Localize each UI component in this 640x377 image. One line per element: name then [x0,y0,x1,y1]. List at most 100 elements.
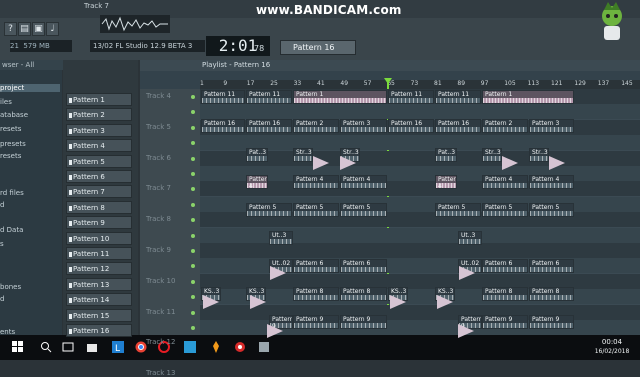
playlist-clip[interactable]: Str..3 [482,148,502,162]
browser-item[interactable]: bones [0,283,21,291]
browser-item[interactable]: s [0,240,4,248]
timeline-ruler[interactable]: 1 9 17 25 33 41 49 57 65 73 81 89 97 105 113 121 129 137 1… [200,80,640,89]
playlist-lane[interactable] [200,258,640,274]
playlist-clip[interactable]: Pattern 9 [529,315,574,329]
taskbar-clock-time[interactable]: 00:04 [592,338,632,346]
browser-item[interactable]: iles [0,98,12,106]
pattern-selector[interactable]: Pattern 16 [280,40,356,55]
browser-item[interactable]: resets [0,125,21,133]
pattern-item[interactable]: Pattern 6 [66,170,132,183]
playlist-clip[interactable]: Pattern 16 [388,119,434,133]
track-name[interactable]: Track 5 [146,123,171,131]
playlist-clip[interactable]: Pattern 5 [246,203,292,217]
playlist-clip[interactable]: Pattern 1 [293,90,387,104]
browser-item[interactable]: resets [0,152,21,160]
pattern-item[interactable]: Pattern 16 [66,324,132,337]
save-icon[interactable]: ▣ [32,22,45,36]
pattern-item[interactable]: Pattern 4 [66,139,132,153]
playlist-clip[interactable]: Pattern 16 [201,119,245,133]
playlist-clip[interactable]: Pattern 8 [482,287,528,301]
playlist-lane[interactable] [200,104,640,120]
playlist-clip[interactable]: Pattern 5 [435,203,481,217]
pattern-item[interactable]: Pattern 1 [66,93,132,106]
app-icon-blue[interactable] [184,341,196,353]
playlist-clip[interactable]: Pattern 4 [246,175,268,189]
app-l-icon[interactable]: L [112,341,124,354]
playlist-lane[interactable] [200,289,640,305]
playlist-clip[interactable]: Pattern 9 [482,315,528,329]
track-name[interactable]: Track 12 [146,338,175,346]
playlist-clip[interactable]: Pattern 2 [482,119,528,133]
pattern-item[interactable]: Pattern 2 [66,108,132,122]
playlist-clip[interactable]: Pattern 11 [201,90,245,104]
playlist-clip[interactable]: Pattern 11 [246,90,292,104]
pattern-item[interactable]: Pattern 11 [66,247,132,260]
playlist-clip[interactable]: Pattern 4 [529,175,574,189]
track-mute-dot[interactable] [191,326,195,330]
tempo-icon[interactable]: ♩ [46,22,59,36]
track-mute-dot[interactable] [191,249,195,253]
browser-item[interactable]: atabase [0,111,28,119]
playhead-marker[interactable] [384,78,392,84]
playlist-clip[interactable]: Pattern 16 [246,119,292,133]
playlist-clip[interactable]: Pattern 5 [482,203,528,217]
browser-item[interactable]: d Data [0,226,23,234]
pattern-item[interactable]: Pattern 9 [66,216,132,230]
browser-item[interactable]: ents [0,328,15,336]
track-mute-dot[interactable] [191,310,195,315]
playlist-clip[interactable]: Ut..3 [458,231,482,245]
pattern-item[interactable]: Pattern 7 [66,185,132,199]
playlist-lane[interactable] [200,273,640,289]
playlist-clip[interactable]: Pattern 9 [293,315,339,329]
browser-item[interactable]: presets [0,140,26,148]
track-mute-dot[interactable] [191,156,195,161]
playlist-clip[interactable]: Pattern 16 [435,119,481,133]
app-icon-generic[interactable] [258,341,270,353]
playlist-clip[interactable]: Pattern 2 [293,119,339,133]
playlist-clip[interactable]: Pattern 6 [293,259,339,273]
playlist-lane[interactable] [200,320,640,335]
track-name[interactable]: Track 10 [146,277,175,285]
playlist-clip[interactable]: Pattern 11 [388,90,434,104]
playlist-clip[interactable]: Pattern 5 [340,203,387,217]
playlist-clip[interactable]: Ut..3 [269,231,293,245]
playlist-clip[interactable]: Pat..3 [246,148,268,162]
playlist-clip[interactable]: Pattern 5 [529,203,574,217]
playlist-clip[interactable]: Pattern 1 [482,90,574,104]
playlist-clip[interactable]: Pattern 8 [529,287,574,301]
track-mute-dot[interactable] [191,202,195,207]
playlist-lane[interactable] [200,227,640,243]
track-name[interactable]: Track 13 [146,369,175,377]
bandicam-icon[interactable] [234,341,246,353]
pattern-item[interactable]: Pattern 12 [66,262,132,276]
windows-start-icon[interactable] [12,341,24,353]
track-name[interactable]: Track 6 [146,154,171,162]
playlist-lane[interactable] [200,304,640,320]
pattern-item[interactable]: Pattern 10 [66,231,132,245]
track-mute-dot[interactable] [191,172,195,176]
playlist-clip[interactable]: Pattern 6 [482,259,528,273]
pattern-item[interactable]: Pattern 5 [66,154,132,168]
task-view-icon[interactable] [62,341,74,353]
playlist-clip[interactable]: Pattern 6 [529,259,574,273]
playlist-clip[interactable]: Pattern 4 [435,175,457,189]
playlist-lane[interactable] [200,243,640,258]
search-icon[interactable] [40,341,52,353]
track-mute-dot[interactable] [191,279,195,284]
playlist-clip[interactable]: Pattern 4 [293,175,339,189]
playlist-clip[interactable]: Pattern 8 [340,287,387,301]
playlist-clip[interactable]: Pattern 4 [340,175,387,189]
track-name[interactable]: Track 8 [146,215,171,223]
pattern-item[interactable]: Pattern 13 [66,277,132,291]
playlist-clip[interactable]: Str..3 [293,148,313,162]
track-name[interactable]: Track 9 [146,246,171,254]
fl-studio-icon[interactable] [210,341,222,353]
playlist-clip[interactable]: Str..3 [529,148,549,162]
playlist-clip[interactable]: Pattern 9 [340,315,387,329]
browser-item[interactable]: rd files [0,189,24,197]
playlist-clip[interactable]: Pattern 8 [293,287,339,301]
pattern-item[interactable]: Pattern 3 [66,123,132,137]
browser-item[interactable]: d [0,201,4,209]
browser-item[interactable]: project [0,84,60,92]
playlist-clip[interactable]: Pattern 4 [482,175,528,189]
